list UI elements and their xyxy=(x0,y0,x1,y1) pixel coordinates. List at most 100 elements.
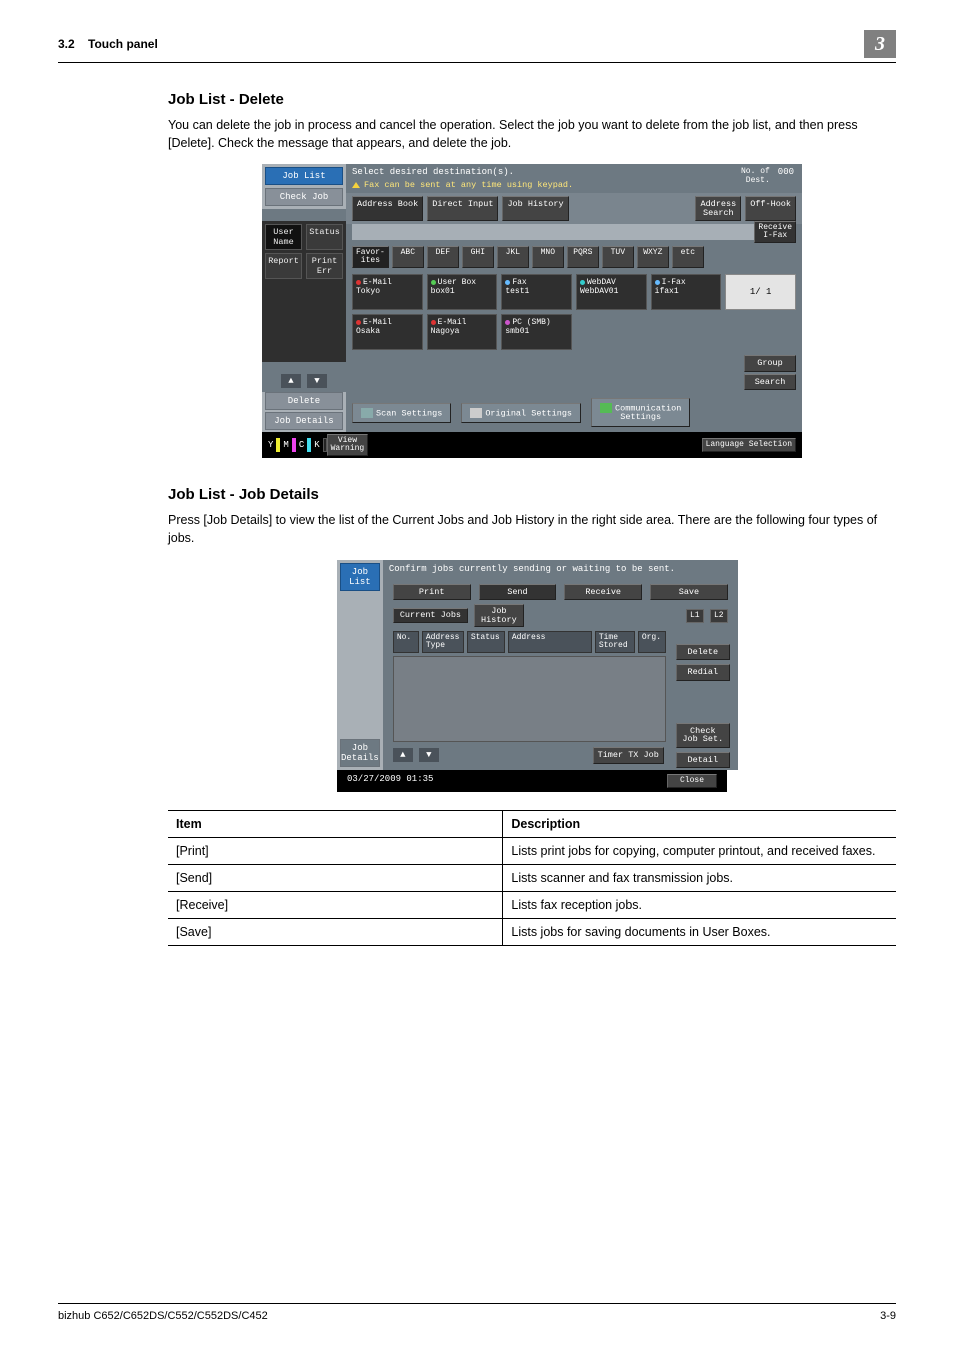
col-timestored: Time Stored xyxy=(595,631,635,653)
col-address: Address xyxy=(508,631,592,653)
btn-delete-left[interactable]: Delete xyxy=(265,392,343,410)
msg-confirm-jobs: Confirm jobs currently sending or waitin… xyxy=(383,560,738,578)
idx-pqrs[interactable]: PQRS xyxy=(567,246,599,268)
btn-off-hook[interactable]: Off-Hook xyxy=(745,196,796,221)
idx-wxyz[interactable]: WXYZ xyxy=(637,246,669,268)
screenshot-joblist-delete: Job List Check Job User Name Status Repo… xyxy=(262,164,802,458)
table-item: [Print] xyxy=(168,837,503,864)
btn-group[interactable]: Group xyxy=(744,355,796,372)
table-item: [Receive] xyxy=(168,891,503,918)
msg-select-dest: Select desired destination(s). xyxy=(346,164,802,180)
btn-address-book[interactable]: Address Book xyxy=(352,196,423,221)
dest-osaka[interactable]: E-MailOsaka xyxy=(352,314,423,350)
btn-current-jobs[interactable]: Current Jobs xyxy=(393,608,468,623)
idx-mno[interactable]: MNO xyxy=(532,246,564,268)
btn-address-search[interactable]: Address Search xyxy=(695,196,741,221)
toner-c-bar xyxy=(307,438,311,452)
subtab-printerr[interactable]: Print Err xyxy=(306,253,343,279)
body-jobdetails: Press [Job Details] to view the list of … xyxy=(168,511,896,547)
btn-language-selection[interactable]: Language Selection xyxy=(702,438,796,452)
btn-job-history-2[interactable]: Job History xyxy=(474,604,524,627)
heading-delete: Job List - Delete xyxy=(168,91,896,108)
footer-model: bizhub C652/C652DS/C552/C552DS/C452 xyxy=(58,1310,268,1322)
btn-close[interactable]: Close xyxy=(667,774,717,788)
body-delete: You can delete the job in process and ca… xyxy=(168,116,896,152)
btn-timer-tx-job[interactable]: Timer TX Job xyxy=(593,747,664,764)
col-org: Org. xyxy=(638,631,666,653)
heading-jobdetails: Job List - Job Details xyxy=(168,486,896,503)
idx-favorites[interactable]: Favor- ites xyxy=(352,246,389,268)
btn-jobdetails-left[interactable]: Job Details xyxy=(265,412,343,430)
toner-m-label: M xyxy=(283,440,288,450)
toner-c-label: C xyxy=(299,440,304,450)
warning-icon xyxy=(352,182,360,188)
section-title: Touch panel xyxy=(88,37,158,51)
btn-delete-2[interactable]: Delete xyxy=(676,644,730,661)
col-addresstype: Address Type xyxy=(422,631,464,653)
arrow-up-icon-2[interactable]: ▲ xyxy=(393,748,413,762)
toner-k-label: K xyxy=(314,440,319,450)
btn-direct-input[interactable]: Direct Input xyxy=(427,196,498,221)
col-no: No. xyxy=(393,631,419,653)
job-list-area xyxy=(393,656,666,742)
dest-tokyo[interactable]: E-MailTokyo xyxy=(352,274,423,310)
arrow-down-icon[interactable]: ▼ xyxy=(307,374,327,388)
idx-etc[interactable]: etc xyxy=(672,246,704,268)
no-of-dest-value: 000 xyxy=(778,167,794,185)
table-desc: Lists print jobs for copying, computer p… xyxy=(503,837,896,864)
btn-view-warning[interactable]: View Warning xyxy=(327,434,369,456)
subtab-report[interactable]: Report xyxy=(265,253,302,279)
idx-abc[interactable]: ABC xyxy=(392,246,424,268)
btn-redial[interactable]: Redial xyxy=(676,664,730,681)
tab-save[interactable]: Save xyxy=(650,584,728,601)
btn-search[interactable]: Search xyxy=(744,374,796,391)
tab-receive[interactable]: Receive xyxy=(564,584,642,601)
dest-ifax1[interactable]: I-Faxifax1 xyxy=(651,274,722,310)
comm-icon xyxy=(600,403,612,413)
btn-scan-settings[interactable]: Scan Settings xyxy=(352,403,451,423)
page-indicator: 1/ 1 xyxy=(725,274,796,310)
dest-box01[interactable]: User Boxbox01 xyxy=(427,274,498,310)
hint-fax-keypad: Fax can be sent at any time using keypad… xyxy=(364,180,573,190)
idx-def[interactable]: DEF xyxy=(427,246,459,268)
scan-icon xyxy=(361,408,373,418)
tab-send[interactable]: Send xyxy=(479,584,557,601)
tab-jobdetails-2[interactable]: Job Details xyxy=(340,739,380,767)
arrow-down-icon-2[interactable]: ▼ xyxy=(419,748,439,762)
btn-check-job-set[interactable]: Check Job Set. xyxy=(676,723,730,748)
toner-y-bar xyxy=(276,438,280,452)
dest-smb01[interactable]: PC (SMB)smb01 xyxy=(501,314,572,350)
toner-y-label: Y xyxy=(268,440,273,450)
original-icon xyxy=(470,408,482,418)
idx-jkl[interactable]: JKL xyxy=(497,246,529,268)
btn-l2[interactable]: L2 xyxy=(710,609,728,623)
btn-receive-ifax[interactable]: Receive I-Fax xyxy=(754,221,796,243)
tab-joblist[interactable]: Job List xyxy=(265,167,343,185)
btn-detail[interactable]: Detail xyxy=(676,752,730,769)
idx-ghi[interactable]: GHI xyxy=(462,246,494,268)
toner-m-bar xyxy=(292,438,296,452)
section-num: 3.2 xyxy=(58,37,75,51)
no-of-dest-label: No. of Dest. xyxy=(741,167,770,185)
subtab-status[interactable]: Status xyxy=(306,224,343,250)
col-status: Status xyxy=(467,631,505,653)
idx-tuv[interactable]: TUV xyxy=(602,246,634,268)
tab-print[interactable]: Print xyxy=(393,584,471,601)
timestamp: 03/27/2009 01:35 xyxy=(347,774,433,788)
tab-checkjob[interactable]: Check Job xyxy=(265,188,343,206)
dest-webdav01[interactable]: WebDAVWebDAV01 xyxy=(576,274,647,310)
subtab-user[interactable]: User Name xyxy=(265,224,302,250)
btn-comm-settings[interactable]: Communication Settings xyxy=(591,398,690,427)
table-desc: Lists fax reception jobs. xyxy=(503,891,896,918)
tab-joblist-2[interactable]: Job List xyxy=(340,563,380,591)
dest-nagoya[interactable]: E-MailNagoya xyxy=(427,314,498,350)
btn-job-history[interactable]: Job History xyxy=(502,196,568,221)
footer-page: 3-9 xyxy=(880,1310,896,1322)
btn-original-settings[interactable]: Original Settings xyxy=(461,403,581,423)
dest-test1[interactable]: Faxtest1 xyxy=(501,274,572,310)
screenshot-joblist-details: Job List Job Details Confirm jobs curren… xyxy=(337,560,727,792)
arrow-up-icon[interactable]: ▲ xyxy=(281,374,301,388)
table-item: [Send] xyxy=(168,864,503,891)
chapter-badge: 3 xyxy=(864,30,896,58)
btn-l1[interactable]: L1 xyxy=(686,609,704,623)
